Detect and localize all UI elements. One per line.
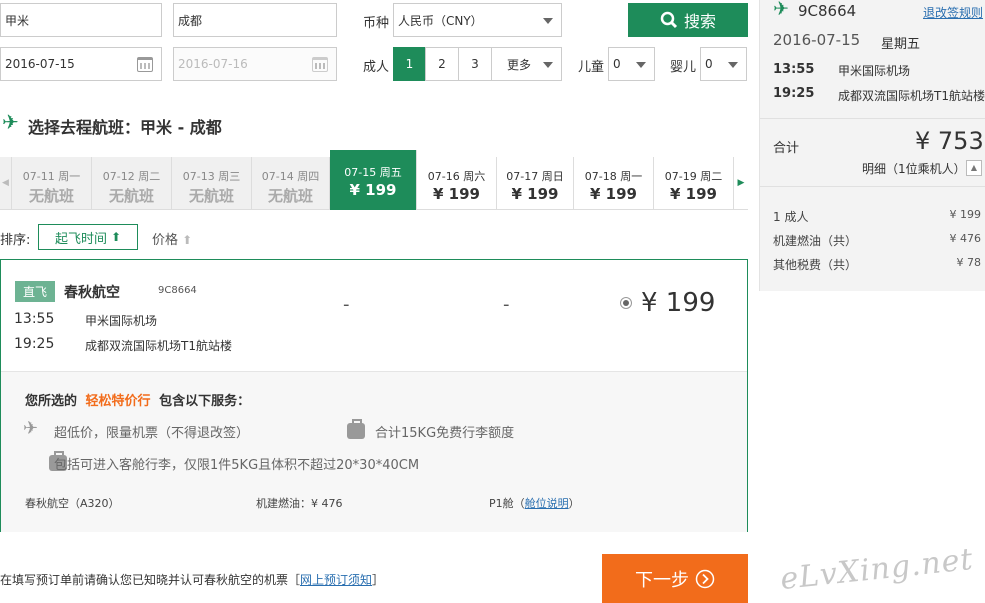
column-placeholder: - [343,294,350,315]
watermark-text: eLvXing.net [778,541,976,598]
chevron-down-icon [636,62,646,68]
calendar-icon [137,57,153,72]
summary-depart-time: 13:55 [773,62,815,77]
service-item: 合计15KG免费行李额度 [375,426,515,441]
flight-card: 直飞 春秋航空 9C8664 13:55 甲米国际机场 19:25 成都双流国际… [0,259,748,532]
arrive-airport: 成都双流国际机场T1航站楼 [85,339,232,353]
divider [760,118,985,119]
currency-label: 币种 [363,16,390,31]
search-button[interactable]: 搜索 [628,3,748,37]
sort-by-time-button[interactable]: 起飞时间 ⬆ [38,224,138,250]
service-item: 超低价，限量机票（不得退改签） [54,426,250,441]
fare-row-value: ¥ 476 [949,232,982,245]
child-label: 儿童 [578,60,605,75]
total-price: ¥ 753 [915,127,984,155]
direct-badge: 直飞 [15,281,56,302]
sort-by-price-button[interactable]: 价格 ⬆ [152,229,192,248]
aircraft-type: 春秋航空（A320） [25,497,120,510]
fare-radio[interactable] [620,297,632,309]
fare-row-label: 1 成人 [773,210,809,224]
fuel-fee: 机建燃油：¥ 476 [256,497,343,510]
date-tab[interactable]: 07-12 周二 无航班 [92,157,172,209]
fare-row-label: 其他税费（共） [773,258,858,272]
date-tab[interactable]: 07-18 周一 ¥ 199 [574,157,654,209]
date-tab[interactable]: 07-14 周四 无航班 [252,157,330,209]
luggage-icon [347,419,365,439]
calendar-icon [312,57,328,72]
adult-more-select[interactable]: 更多 [491,47,562,81]
infant-select[interactable]: 0 [700,47,747,81]
search-icon [660,11,678,29]
airline-name: 春秋航空 [64,285,120,301]
plane-slash-icon: ✈ [23,418,39,439]
arrow-up-icon: ⬆ [182,233,193,247]
date-tab-selected[interactable]: 07-15 周五 ¥ 199 [330,150,417,210]
depart-airport: 甲米国际机场 [85,314,158,328]
prev-dates-arrow-icon[interactable]: ◀ [0,157,12,209]
next-step-button[interactable]: 下一步 [602,554,748,603]
date-tab[interactable]: 07-19 周二 ¥ 199 [654,157,734,209]
plane-icon: ✈ [2,110,19,134]
date-tab[interactable]: 07-11 周一 无航班 [12,157,92,209]
depart-time: 13:55 [14,311,55,327]
to-city-input[interactable]: 成都 [173,3,337,37]
adult-option-3[interactable]: 3 [458,47,492,81]
arrow-right-circle-icon [695,569,715,588]
booking-terms-link[interactable]: 网上预订须知 [300,573,372,587]
cabin-info-link[interactable]: 舱位说明 [525,497,569,510]
fare-row-value: ¥ 199 [949,208,982,221]
collapse-toggle-icon[interactable]: ▲ [966,160,982,176]
flight-price: ¥ 199 [641,288,716,318]
summary-date: 2016-07-15 [773,31,861,49]
cabin-class: P1舱（舱位说明） [489,497,580,510]
section-title: 选择去程航班：甲米 - 成都 [28,118,222,137]
adult-option-2[interactable]: 2 [425,47,459,81]
refund-rules-link[interactable]: 退改签规则 [923,4,983,21]
currency-select[interactable]: 人民币（CNY） [393,3,562,37]
date-tab[interactable]: 07-16 周六 ¥ 199 [417,157,497,209]
arrow-up-icon: ⬆ [110,230,122,244]
plane-icon: ✈ [773,0,789,20]
service-heading: 您所选的 轻松特价行 包含以下服务： [25,394,251,409]
chevron-down-icon [543,18,553,24]
total-label: 合计 [773,141,800,156]
summary-weekday: 星期五 [881,37,921,52]
fare-row-label: 机建燃油（共） [773,234,858,248]
depart-date-input[interactable]: 2016-07-15 [0,47,162,81]
divider [760,186,985,187]
order-summary-panel: ✈ 9C8664 退改签规则 2016-07-15 星期五 13:55 甲米国际… [759,0,985,291]
chevron-down-icon [728,62,738,68]
summary-arrive-time: 19:25 [773,86,815,101]
date-tab[interactable]: 07-17 周日 ¥ 199 [497,157,574,209]
date-tab[interactable]: 07-13 周三 无航班 [172,157,252,209]
summary-flight-number: 9C8664 [798,2,857,20]
sort-label: 排序: [0,233,31,248]
return-date-input[interactable]: 2016-07-16 [173,47,337,81]
price-detail-label: 明细（1位乘机人） [862,162,966,176]
adult-option-1[interactable]: 1 [393,47,426,81]
service-item: 包括可进入客舱行李，仅限1件5KG且体积不超过20*30*40CM [54,458,420,473]
chevron-down-icon [543,62,553,68]
next-dates-arrow-icon[interactable]: ▶ [734,157,748,209]
from-city-input[interactable]: 甲米 [0,3,162,37]
summary-depart-airport: 甲米国际机场 [838,64,911,78]
fare-row-value: ¥ 78 [956,256,982,269]
adult-label: 成人 [363,60,390,75]
arrive-time: 19:25 [14,336,55,352]
child-select[interactable]: 0 [608,47,655,81]
column-placeholder: - [503,294,510,315]
flight-number: 9C8664 [158,285,197,296]
summary-arrive-airport: 成都双流国际机场T1航站楼 [838,89,985,103]
infant-label: 婴儿 [670,60,697,75]
booking-notice: 在填写预订单前请确认您已知晓并认可春秋航空的机票［网上预订须知］ [0,573,385,587]
